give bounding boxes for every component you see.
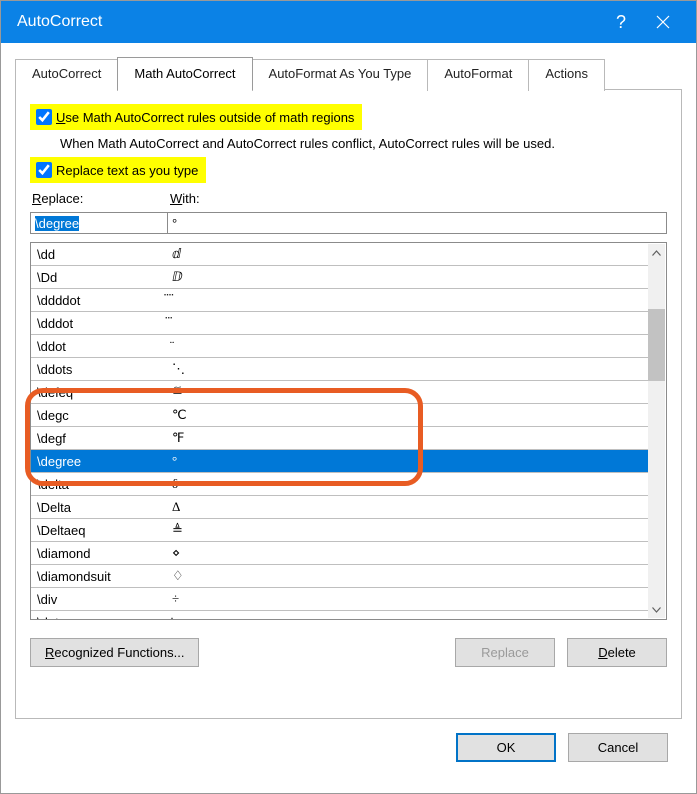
table-row[interactable]: \ddddot⃜ <box>31 289 648 312</box>
tab-autoformat[interactable]: AutoFormat <box>427 59 529 91</box>
delete-button[interactable]: Delete <box>567 638 667 667</box>
scroll-track[interactable] <box>648 261 665 601</box>
conflict-note: When Math AutoCorrect and AutoCorrect ru… <box>60 136 667 151</box>
table-row[interactable]: \degree° <box>31 450 648 473</box>
replace-label: Replace: <box>30 191 168 206</box>
recognized-functions-button[interactable]: Recognized Functions... <box>30 638 199 667</box>
close-button[interactable] <box>642 1 684 43</box>
with-field[interactable] <box>167 212 667 234</box>
table-row[interactable]: \ddoẗ <box>31 335 648 358</box>
table-row[interactable]: \doṫ <box>31 611 648 620</box>
table-row[interactable]: \defeq≝ <box>31 381 648 404</box>
tab-actions[interactable]: Actions <box>528 59 605 91</box>
replace-as-you-type-checkbox[interactable]: Replace text as you type <box>30 157 206 183</box>
table-row[interactable]: \div÷ <box>31 588 648 611</box>
replace-button: Replace <box>455 638 555 667</box>
table-row[interactable]: \diamond⋄ <box>31 542 648 565</box>
cancel-button[interactable]: Cancel <box>568 733 668 762</box>
table-row[interactable]: \ddots⋱ <box>31 358 648 381</box>
tab-strip: AutoCorrectMath AutoCorrectAutoFormat As… <box>15 57 682 89</box>
table-row[interactable]: \dddot⃛ <box>31 312 648 335</box>
scroll-down-button[interactable] <box>648 601 665 618</box>
table-row[interactable]: \Deltaeq≜ <box>31 519 648 542</box>
table-row[interactable]: \diamondsuit♢ <box>31 565 648 588</box>
tab-panel: Use Math AutoCorrect rules outside of ma… <box>15 89 682 719</box>
table-row[interactable]: \Ddⅅ <box>31 266 648 289</box>
window-title: AutoCorrect <box>17 13 600 31</box>
chevron-up-icon <box>652 250 661 256</box>
tab-autocorrect[interactable]: AutoCorrect <box>15 59 118 91</box>
replace-field[interactable]: \degree <box>30 212 168 234</box>
tab-autoformat-as-you-type[interactable]: AutoFormat As You Type <box>252 59 429 91</box>
close-icon <box>656 15 670 29</box>
help-button[interactable]: ? <box>600 1 642 43</box>
table-row[interactable]: \deltaδ <box>31 473 648 496</box>
title-bar: AutoCorrect ? <box>1 1 696 43</box>
table-row[interactable]: \degc℃ <box>31 404 648 427</box>
ok-button[interactable]: OK <box>456 733 556 762</box>
with-label: With: <box>168 191 667 206</box>
use-outside-math-checkbox[interactable]: Use Math AutoCorrect rules outside of ma… <box>30 104 362 130</box>
scroll-thumb[interactable] <box>648 309 665 381</box>
entries-list[interactable]: \ddⅆ\Ddⅅ\ddddot⃜\dddot⃛\ddoẗ\ddots⋱\def… <box>30 242 667 620</box>
scroll-up-button[interactable] <box>648 244 665 261</box>
table-row[interactable]: \DeltaΔ <box>31 496 648 519</box>
replace-as-you-type-input[interactable] <box>36 162 52 178</box>
table-row[interactable]: \ddⅆ <box>31 243 648 266</box>
tab-math-autocorrect[interactable]: Math AutoCorrect <box>117 57 252 90</box>
chevron-down-icon <box>652 607 661 613</box>
table-row[interactable]: \degf℉ <box>31 427 648 450</box>
use-outside-math-input[interactable] <box>36 109 52 125</box>
scrollbar[interactable] <box>648 244 665 618</box>
